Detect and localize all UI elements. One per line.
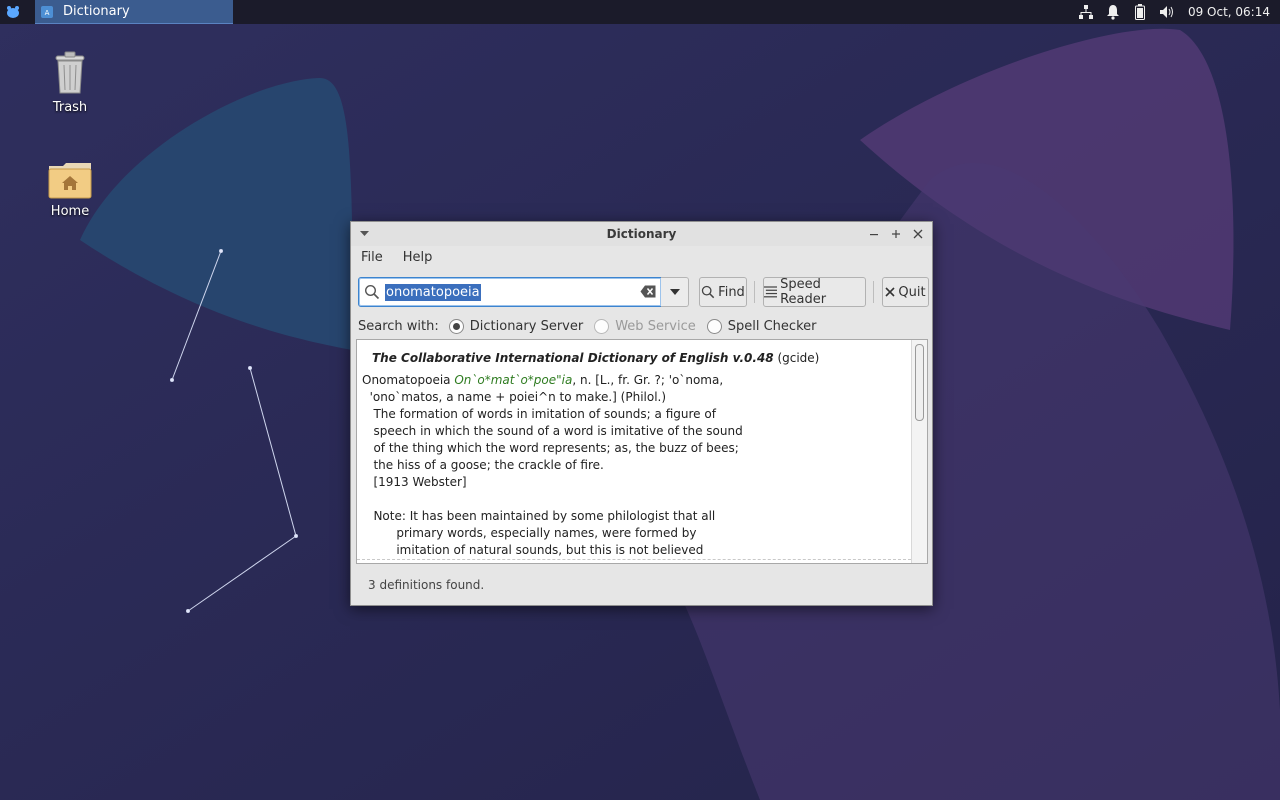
find-button[interactable]: Find: [699, 277, 747, 307]
maximize-icon: [892, 230, 900, 238]
radio-label: Web Service: [615, 318, 696, 334]
maximize-button[interactable]: [888, 226, 904, 242]
definition-line: imitation of natural sounds, but this is…: [362, 543, 704, 557]
taskbar-item-label: Dictionary: [63, 4, 130, 19]
definition-line: of the thing which the word represents; …: [362, 441, 739, 455]
search-history-dropdown[interactable]: [661, 277, 689, 307]
dictionary-id: (gcide): [773, 351, 820, 365]
headword: Onomatopoeia: [362, 373, 455, 387]
menu-help[interactable]: Help: [393, 250, 443, 265]
definition-line: the hiss of a goose; the crackle of fire…: [362, 458, 604, 472]
speed-reader-button[interactable]: Speed Reader: [763, 277, 866, 307]
radio-web-service: Web Service: [594, 318, 696, 334]
scrollbar-thumb[interactable]: [915, 344, 924, 421]
search-with-options: Search with: Dictionary Server Web Servi…: [358, 316, 827, 336]
system-tray: 09 Oct, 06:14: [1078, 0, 1280, 24]
speed-reader-label: Speed Reader: [780, 277, 827, 307]
radio-dictionary-server[interactable]: Dictionary Server: [448, 318, 584, 334]
desktop-icon-label: Home: [50, 204, 90, 219]
search-input[interactable]: onomatopoeia: [385, 284, 481, 301]
definition-view[interactable]: The Collaborative International Dictiona…: [356, 339, 928, 564]
definition-text-segment: , n. [L., fr. Gr. ?; 'o`noma,: [572, 373, 724, 387]
desktop-icon-label: Trash: [52, 100, 88, 115]
battery-icon[interactable]: [1132, 4, 1148, 20]
trash-icon: [55, 51, 85, 94]
desktop-icon-home[interactable]: Home: [30, 160, 110, 219]
radio-indicator: [448, 318, 464, 334]
desktop-icon-trash[interactable]: Trash: [30, 50, 110, 115]
search-icon: [702, 285, 715, 299]
vertical-scrollbar[interactable]: [911, 340, 927, 563]
chevron-down-icon: [669, 289, 680, 295]
definition-line: The formation of words in imitation of s…: [362, 407, 716, 421]
dictionary-window: Dictionary File Help onomatopoeia Find S…: [350, 221, 933, 606]
dictionary-app-icon: A: [41, 5, 53, 18]
clear-text-icon[interactable]: [640, 285, 656, 298]
home-folder-icon: [48, 163, 92, 199]
definition-line: primary words, especially names, were fo…: [362, 526, 697, 540]
toolbar-separator: [873, 281, 874, 303]
network-icon[interactable]: [1078, 4, 1094, 20]
definition-text: The Collaborative International Dictiona…: [362, 350, 912, 559]
close-icon: [885, 287, 895, 297]
scroll-fade: [357, 559, 911, 563]
search-field[interactable]: onomatopoeia: [358, 277, 662, 307]
search-icon: [364, 284, 380, 300]
radio-spell-checker[interactable]: Spell Checker: [706, 318, 817, 334]
definition-line: Note: It has been maintained by some phi…: [362, 509, 716, 523]
definition-line: [362, 491, 912, 508]
minimize-button[interactable]: [866, 226, 882, 242]
window-titlebar[interactable]: Dictionary: [351, 222, 932, 246]
menu-file[interactable]: File: [351, 250, 393, 265]
text-lines-icon: [764, 286, 778, 298]
notification-bell-icon[interactable]: [1105, 4, 1121, 20]
volume-icon[interactable]: [1159, 4, 1175, 20]
radio-label: Dictionary Server: [469, 318, 584, 334]
close-button[interactable]: [910, 226, 926, 242]
definition-line: 'ono`matos, a name + poiei^n to make.] (…: [362, 390, 667, 404]
svg-text:A: A: [45, 9, 50, 17]
clock[interactable]: 09 Oct, 06:14: [1188, 5, 1270, 19]
quit-button-label: Quit: [898, 284, 926, 300]
toolbar-separator: [754, 281, 755, 303]
search-toolbar: onomatopoeia Find Speed Reader Quit: [358, 277, 929, 307]
taskbar-item-dictionary[interactable]: A Dictionary: [35, 0, 233, 24]
window-title: Dictionary: [606, 227, 677, 241]
search-with-label: Search with:: [358, 318, 439, 334]
radio-indicator: [594, 318, 610, 334]
pronunciation-link[interactable]: On`o*mat`o*poe"ia: [454, 373, 572, 387]
menubar: File Help: [351, 246, 932, 268]
definition-line: speech in which the sound of a word is i…: [362, 424, 743, 438]
radio-indicator: [706, 318, 722, 334]
radio-label: Spell Checker: [727, 318, 817, 334]
dictionary-name: The Collaborative International Dictiona…: [372, 351, 774, 365]
status-bar: 3 definitions found.: [368, 578, 485, 592]
xfce-mouse-icon: [7, 6, 19, 18]
close-icon: [913, 229, 923, 239]
definition-line: Onomatopoeia On`o*mat`o*poe"ia, n. [L., …: [362, 372, 912, 389]
top-panel: A Dictionary 09 Oct, 06:14: [0, 0, 1280, 24]
minimize-icon: [870, 234, 878, 236]
whisker-menu-button[interactable]: [3, 2, 23, 22]
definition-line: [1913 Webster]: [362, 475, 467, 489]
find-button-label: Find: [718, 284, 745, 300]
quit-button[interactable]: Quit: [882, 277, 929, 307]
